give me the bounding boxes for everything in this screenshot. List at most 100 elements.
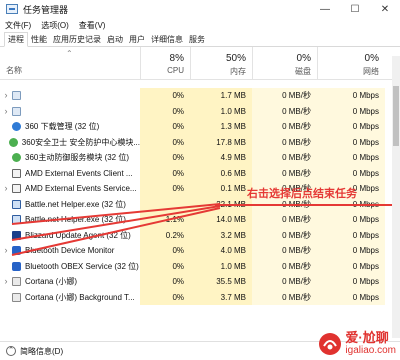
process-name: Bluetooth Device Monitor xyxy=(25,246,115,255)
memory-value: 14.0 MB xyxy=(190,212,252,228)
process-name-cell: › xyxy=(0,88,140,104)
process-name: Cortana (小娜) Background T... xyxy=(25,292,135,302)
cortana-icon xyxy=(12,292,21,302)
network-value: 0 Mbps xyxy=(317,119,385,135)
network-value: 0 Mbps xyxy=(317,258,385,274)
cpu-value: 0% xyxy=(140,150,190,166)
network-value: 0 Mbps xyxy=(317,289,385,305)
disk-value: 0 MB/秒 xyxy=(252,258,317,274)
cpu-value: 0% xyxy=(140,181,190,197)
tab-processes[interactable]: 进程 xyxy=(4,32,28,47)
column-name-header[interactable]: 名称 xyxy=(6,65,22,76)
cpu-value: 0% xyxy=(140,258,190,274)
process-row[interactable]: Cortana (小娜) Background T... 0% 3.7 MB 0 MB… xyxy=(0,289,400,306)
cpu-value: 0% xyxy=(140,134,190,150)
expand-chevron-icon[interactable]: › xyxy=(0,104,12,120)
column-disk-header[interactable]: 0% 磁盘 xyxy=(252,47,317,79)
process-row[interactable]: › 0% 1.7 MB 0 MB/秒 0 Mbps xyxy=(0,88,400,104)
tab-services[interactable]: 服务 xyxy=(186,33,208,46)
cpu-value: 1.1% xyxy=(140,212,190,228)
network-label: 网络 xyxy=(363,67,379,76)
sort-arrow-icon[interactable]: ⌃ xyxy=(66,49,73,58)
process-name-cell: › xyxy=(0,104,140,120)
tab-users[interactable]: 用户 xyxy=(126,33,148,46)
annotation-text: 右击选择后点结束任务 xyxy=(247,188,357,200)
collapse-icon[interactable]: ⌃ xyxy=(6,346,16,356)
network-total: 0% xyxy=(364,53,379,64)
disk-value: 0 MB/秒 xyxy=(252,103,317,119)
process-row[interactable]: 360安全卫士 安全防护中心模块... 0% 17.8 MB 0 MB/秒 0 Mbps xyxy=(0,134,400,150)
expand-chevron-icon[interactable]: › xyxy=(0,243,12,259)
menu-options[interactable]: 选项(O) xyxy=(41,20,69,31)
process-name: Blizzard Update Agent (32 位) xyxy=(25,230,131,240)
cpu-value: 0% xyxy=(140,103,190,119)
process-row[interactable]: 360 下载管理 (32 位) 0% 1.3 MB 0 MB/秒 0 Mbps xyxy=(0,119,400,135)
tab-performance[interactable]: 性能 xyxy=(28,33,50,46)
memory-value: 1.7 MB xyxy=(190,88,252,104)
memory-value: 17.8 MB xyxy=(190,134,252,150)
cpu-value: 0.2% xyxy=(140,227,190,243)
tab-startup[interactable]: 启动 xyxy=(104,33,126,46)
expand-chevron-icon[interactable]: › xyxy=(0,88,12,104)
watermark-url: igaliao.com xyxy=(345,345,396,356)
battlenet-icon xyxy=(12,215,21,225)
cpu-value: 0% xyxy=(140,289,190,305)
memory-value: 1.0 MB xyxy=(190,103,252,119)
tab-app-history[interactable]: 应用历史记录 xyxy=(50,33,104,46)
fewer-details-link[interactable]: 简略信息(D) xyxy=(20,346,63,357)
disk-value: 0 MB/秒 xyxy=(252,212,317,228)
process-row[interactable]: AMD External Events Client ... 0% 0.6 MB 0 … xyxy=(0,165,400,181)
network-value: 0 Mbps xyxy=(317,274,385,290)
title-bar: 任务管理器 — ☐ ✕ xyxy=(0,0,400,18)
process-name-cell: 360 下载管理 (32 位) xyxy=(0,119,140,135)
process-name: AMD External Events Service... xyxy=(25,184,137,193)
process-name-cell: Battle.net Helper.exe (32 位) xyxy=(0,197,140,213)
memory-total: 50% xyxy=(225,53,246,64)
column-cpu-header[interactable]: 8% CPU xyxy=(140,47,190,79)
amd-app-icon xyxy=(12,184,21,194)
task-manager-icon xyxy=(6,4,18,14)
tab-details[interactable]: 详细信息 xyxy=(148,33,186,46)
process-name: 360 下载管理 (32 位) xyxy=(25,122,100,131)
disk-value: 0 MB/秒 xyxy=(252,150,317,166)
disk-value: 0 MB/秒 xyxy=(252,227,317,243)
cpu-value: 0% xyxy=(140,165,190,181)
process-row[interactable]: › Bluetooth Device Monitor 0% 4.0 MB 0 MB/秒 0… xyxy=(0,243,400,259)
memory-value: 3.7 MB xyxy=(190,289,252,305)
process-row[interactable]: Blizzard Update Agent (32 位) 0.2% 3.2 MB 0 … xyxy=(0,227,400,243)
memory-value: 4.0 MB xyxy=(190,243,252,259)
generic-app-icon xyxy=(12,106,21,116)
window-controls: — ☐ ✕ xyxy=(310,0,400,18)
expand-chevron-icon[interactable]: › xyxy=(0,181,12,197)
cortana-icon xyxy=(12,277,21,287)
process-row[interactable]: 360主动防御服务模块 (32 位) 0% 4.9 MB 0 MB/秒 0 Mbps xyxy=(0,150,400,166)
generic-app-icon xyxy=(12,91,21,101)
close-button[interactable]: ✕ xyxy=(370,0,400,18)
watermark-logo-icon xyxy=(319,332,342,355)
process-row[interactable]: › Cortana (小娜) 0% 35.5 MB 0 MB/秒 0 Mbps xyxy=(0,274,400,290)
network-value: 0 Mbps xyxy=(317,165,385,181)
network-value: 0 Mbps xyxy=(317,227,385,243)
memory-value: 1.0 MB xyxy=(190,258,252,274)
process-row[interactable]: › 0% 1.0 MB 0 MB/秒 0 Mbps xyxy=(0,103,400,120)
watermark-title: 爱·尬聊 xyxy=(345,330,389,345)
menu-file[interactable]: 文件(F) xyxy=(5,20,31,31)
maximize-button[interactable]: ☐ xyxy=(340,0,370,18)
minimize-button[interactable]: — xyxy=(310,0,340,18)
memory-value: 35.5 MB xyxy=(190,274,252,290)
process-row[interactable]: Battle.net Helper.exe (32 位) 1.1% 14.0 MB 0… xyxy=(0,212,400,228)
process-row[interactable]: Bluetooth OBEX Service (32 位) 0% 1.0 MB 0 M… xyxy=(0,258,400,274)
menu-view[interactable]: 查看(V) xyxy=(79,20,106,31)
column-memory-header[interactable]: 50% 内存 xyxy=(190,47,252,79)
scrollbar-thumb[interactable] xyxy=(393,86,399,146)
process-name: 360安全卫士 安全防护中心模块... xyxy=(21,137,140,147)
column-network-header[interactable]: 0% 网络 xyxy=(317,47,385,79)
memory-value: 1.3 MB xyxy=(190,119,252,135)
process-name: Cortana (小娜) xyxy=(25,277,78,286)
process-name-cell: Cortana (小娜) Background T... xyxy=(0,290,140,306)
expand-chevron-icon[interactable]: › xyxy=(0,274,12,290)
bluetooth-icon xyxy=(12,246,21,256)
process-name-cell: Battle.net Helper.exe (32 位) xyxy=(0,212,140,228)
network-value: 0 Mbps xyxy=(317,134,385,150)
vertical-scrollbar[interactable] xyxy=(392,56,400,338)
